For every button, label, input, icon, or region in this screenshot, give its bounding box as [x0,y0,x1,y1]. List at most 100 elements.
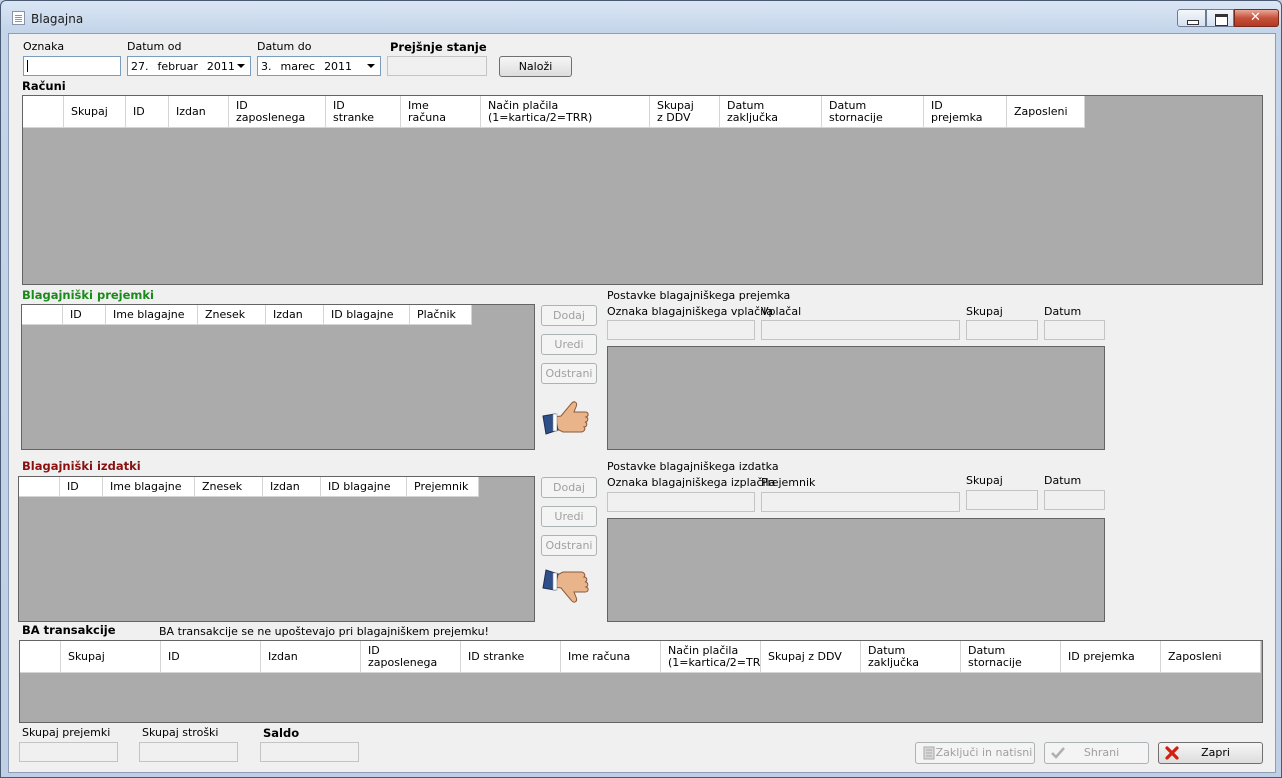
minimize-button[interactable] [1177,9,1206,27]
column-header[interactable]: ID [161,641,261,673]
prejemki-skupaj-field [966,320,1038,340]
dropdown-arrow-icon[interactable] [237,64,245,68]
column-header[interactable]: Zaposleni [1161,641,1261,673]
izdatki-postavke-grid[interactable] [607,518,1105,622]
datum-od-picker[interactable]: 27. februar 2011 [127,56,251,76]
column-header[interactable]: ID zaposlenega [229,96,326,128]
prejemki-grid[interactable]: ID Ime blagajne Znesek Izdan ID blagajne Plač… [21,304,535,450]
row-header-corner [22,305,63,325]
izdatki-datum-field [1044,490,1105,510]
column-header[interactable]: Datum zaključka [861,641,961,673]
column-header[interactable]: Način plačila (1=kartica/2=TRR) [661,641,772,673]
zapri-button[interactable]: Zapri [1158,742,1263,764]
column-header[interactable]: Datum zaključka [720,96,822,128]
prejemki-postavke-title: Postavke blagajniškega prejemka [607,289,791,302]
column-header[interactable]: Izdan [169,96,229,128]
column-header[interactable]: Skupaj [61,641,161,673]
prejemki-skupaj-label: Skupaj [966,305,1003,318]
column-header[interactable]: Skupaj [64,96,126,128]
column-header[interactable]: ID prejemka [1061,641,1161,673]
datum-do-picker[interactable]: 3. marec 2011 [257,56,381,76]
prejemki-dodaj-button[interactable]: Dodaj [541,305,597,326]
column-header[interactable]: ID stranke [326,96,401,128]
column-header[interactable]: ID stranke [461,641,561,673]
column-header[interactable]: Skupaj z DDV [650,96,720,128]
izdatki-skupaj-field [966,490,1038,510]
prejemki-datum-field [1044,320,1105,340]
thumbs-up-icon [542,401,589,435]
column-header[interactable]: Način plačila (1=kartica/2=TRR) [481,96,650,128]
column-header[interactable]: Ime blagajne [106,305,198,325]
prejemki-vplacal-field [761,320,960,340]
client-area: Oznaka Datum od 27. februar 2011 Datum d… [8,33,1276,773]
prejemki-uredi-button[interactable]: Uredi [541,334,597,355]
ba-grid[interactable]: Skupaj ID Izdan ID zaposlenega ID stranke Ime… [19,640,1263,723]
racuni-grid-header: Skupaj ID Izdan ID zaposlenega ID stranke Ime… [23,96,1085,128]
column-header[interactable]: ID [63,305,106,325]
datum-do-day: 3. [261,59,272,73]
datum-od-month: februar [157,59,198,73]
title-bar: Blagajna [1,1,1281,33]
izdatki-odstrani-button[interactable]: Odstrani [541,535,597,556]
ba-grid-header: Skupaj ID Izdan ID zaposlenega ID stranke Ime… [20,641,1261,673]
column-header[interactable]: Znesek [198,305,266,325]
column-header[interactable]: ID [126,96,169,128]
prejemki-oznaka-field [607,320,755,340]
app-document-icon [12,11,25,25]
zakljuci-in-natisni-button[interactable]: Zaključi in natisni [915,742,1035,764]
ba-title: BA transakcije [22,623,116,637]
maximize-button[interactable] [1206,9,1234,27]
izdatki-dodaj-button[interactable]: Dodaj [541,477,597,498]
column-header[interactable]: Plačnik [410,305,472,325]
izdatki-skupaj-label: Skupaj [966,474,1003,487]
column-header[interactable]: Skupaj z DDV [761,641,861,673]
column-header[interactable]: Ime blagajne [103,477,195,497]
racuni-grid[interactable]: Skupaj ID Izdan ID zaposlenega ID stranke Ime… [22,95,1263,285]
column-header[interactable]: Znesek [195,477,263,497]
ba-note: BA transakcije se ne upoštevajo pri blag… [159,625,489,638]
column-header[interactable]: ID prejemka [924,96,1007,128]
column-header[interactable]: Izdan [263,477,321,497]
shrani-button[interactable]: Shrani [1044,742,1149,764]
izdatki-prejemnik-field [761,492,960,512]
datum-do-year: 2011 [324,59,353,73]
column-header[interactable]: Prejemnik [407,477,479,497]
saldo-field [260,742,359,762]
prejemki-odstrani-button[interactable]: Odstrani [541,363,597,384]
column-header[interactable]: Izdan [261,641,361,673]
izdatki-grid[interactable]: ID Ime blagajne Znesek Izdan ID blagajne Prej… [18,476,535,622]
column-header[interactable]: ID blagajne [324,305,410,325]
izdatki-grid-header: ID Ime blagajne Znesek Izdan ID blagajne Prej… [19,477,479,497]
close-window-button[interactable] [1234,9,1279,27]
main-window: Blagajna Oznaka Datum od 27. februar 201… [0,0,1282,778]
dropdown-arrow-icon[interactable] [367,64,375,68]
column-header[interactable]: ID [60,477,103,497]
nalozi-button[interactable]: Naloži [499,56,572,77]
oznaka-input[interactable] [23,56,121,76]
zapri-label: Zapri [1201,746,1230,759]
izdatki-prejemnik-label: Prejemnik [761,476,816,489]
text-caret [27,60,28,72]
column-header[interactable]: Ime računa [401,96,481,128]
datum-do-label: Datum do [257,40,312,53]
column-header[interactable]: Ime računa [561,641,661,673]
izdatki-uredi-button[interactable]: Uredi [541,506,597,527]
skupaj-prejemki-field [19,742,118,762]
prejsnje-stanje-field [387,56,487,76]
column-header[interactable]: Datum stornacije [822,96,924,128]
column-header[interactable]: ID blagajne [321,477,407,497]
datum-od-year: 2011 [206,59,235,73]
izdatki-title: Blagajniški izdatki [22,459,141,473]
prejemki-grid-header: ID Ime blagajne Znesek Izdan ID blagajne Plač… [22,305,472,325]
prejemki-postavke-grid[interactable] [607,346,1105,450]
datum-od-day: 27. [131,59,149,73]
column-header[interactable]: Zaposleni [1007,96,1085,128]
prejemki-datum-label: Datum [1044,305,1082,318]
red-x-icon [1165,746,1179,760]
skupaj-stroski-label: Skupaj stroški [142,726,219,739]
thumbs-down-icon [542,569,589,603]
column-header[interactable]: Datum stornacije [961,641,1061,673]
column-header[interactable]: Izdan [266,305,324,325]
izdatki-oznaka-label: Oznaka blagajniškega izplačila [607,476,776,489]
column-header[interactable]: ID zaposlenega [361,641,461,673]
